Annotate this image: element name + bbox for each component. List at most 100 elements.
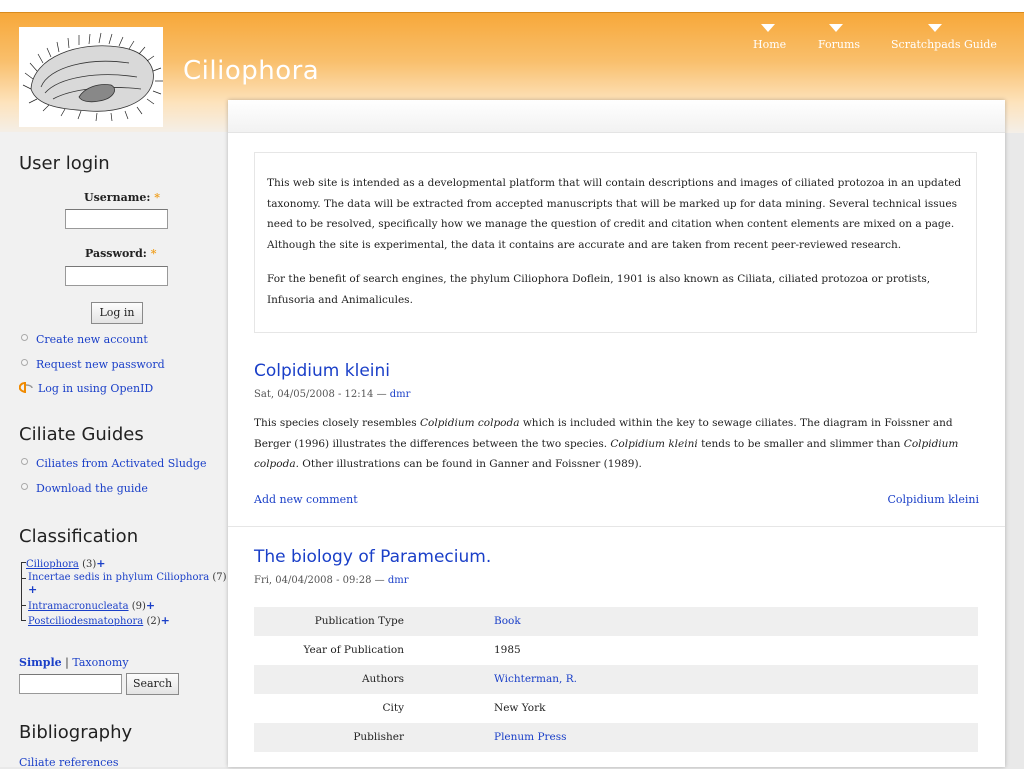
username-input[interactable] <box>65 209 168 229</box>
expand-plus-icon[interactable]: + <box>161 614 170 627</box>
author-name-link[interactable]: Wichterman, R. <box>494 673 577 685</box>
nav-scratchpads-guide[interactable]: Scratchpads Guide <box>891 38 997 51</box>
search-mode-tabs: Simple | Taxonomy <box>19 656 129 669</box>
bullet-icon <box>21 334 28 341</box>
bibliography-table: Publication Type Book Year of Publicatio… <box>254 607 978 752</box>
field-label: Publication Type <box>314 615 404 627</box>
tree-item-intramacronucleata: Intramacronucleata (9)+ <box>28 599 155 612</box>
tree-count: (7) <box>212 572 227 583</box>
tree-link[interactable]: Ciliophora <box>26 559 79 570</box>
bullet-icon <box>21 483 28 490</box>
create-account-link[interactable]: Create new account <box>36 333 148 346</box>
publisher-link[interactable]: Plenum Press <box>494 731 567 743</box>
field-value: 1985 <box>494 644 521 656</box>
classification-search-input[interactable] <box>19 674 122 694</box>
intro-paragraph-1: This web site is intended as a developme… <box>267 177 962 251</box>
top-strip <box>0 0 1024 12</box>
ciliate-references-link[interactable]: Ciliate references <box>19 756 118 769</box>
intro-paragraph-2: For the benefit of search engines, the p… <box>267 273 931 306</box>
expand-plus-icon[interactable]: + <box>28 583 37 596</box>
field-label: Authors <box>361 673 404 685</box>
guide-activated-sludge-link[interactable]: Ciliates from Activated Sludge <box>36 457 207 470</box>
node-body: This species closely resembles Colpidium… <box>254 413 976 475</box>
meta-dash: — <box>374 575 385 586</box>
body-text: This species closely resembles <box>254 417 420 429</box>
tree-connector <box>21 605 26 606</box>
bullet-icon <box>21 458 28 465</box>
login-button[interactable]: Log in <box>91 302 143 324</box>
table-row: Year of Publication 1985 <box>254 636 978 665</box>
classification-title: Classification <box>19 526 139 547</box>
left-sidebar: User login Username: * Password: * Log i… <box>0 132 228 769</box>
user-login-title: User login <box>19 153 110 174</box>
required-marker: * <box>150 247 157 260</box>
nav-pointer-icon <box>761 24 775 32</box>
add-comment-link[interactable]: Add new comment <box>254 493 358 506</box>
node-title-biology-of-paramecium[interactable]: The biology of Paramecium. <box>254 547 491 567</box>
table-row: Publication Type Book <box>254 607 978 636</box>
node-separator <box>228 526 1005 527</box>
table-row: Authors Wichterman, R. <box>254 665 978 694</box>
openid-login-link[interactable]: Log in using OpenID <box>38 382 153 395</box>
expand-plus-icon[interactable]: + <box>146 599 155 612</box>
download-guide-link[interactable]: Download the guide <box>36 482 148 495</box>
ciliate-guides-title: Ciliate Guides <box>19 424 144 445</box>
species-name: Colpidium kleini <box>610 437 698 450</box>
required-marker: * <box>154 191 161 204</box>
nav-forums[interactable]: Forums <box>818 38 860 51</box>
field-value: New York <box>494 702 546 714</box>
author-link[interactable]: dmr <box>388 575 409 586</box>
search-mode-divider: | <box>65 656 69 669</box>
table-row: Publisher Plenum Press <box>254 723 978 752</box>
taxonomy-tag-link[interactable]: Colpidium kleini <box>887 493 979 506</box>
site-logo[interactable] <box>19 27 163 127</box>
species-name: Colpidium colpoda <box>419 417 520 429</box>
node-date: Sat, 04/05/2008 - 12:14 <box>254 389 374 400</box>
ciliate-illustration <box>22 32 163 122</box>
tree-item-incertae-sedis: Incertae sedis in phylum Ciliophora (7) <box>28 572 227 583</box>
author-link[interactable]: dmr <box>390 389 411 400</box>
node-meta: Fri, 04/04/2008 - 09:28 — dmr <box>254 575 409 586</box>
bullet-icon <box>21 359 28 366</box>
username-label: Username: * <box>84 191 160 204</box>
node-meta: Sat, 04/05/2008 - 12:14 — dmr <box>254 389 410 400</box>
bibliography-title: Bibliography <box>19 722 133 743</box>
tree-count: (2) <box>146 616 161 627</box>
tree-connector <box>21 620 26 621</box>
nav-pointer-icon <box>829 24 843 32</box>
node-title-colpidium-kleini[interactable]: Colpidium kleini <box>254 361 390 381</box>
table-row: City New York <box>254 694 978 723</box>
search-button[interactable]: Search <box>126 673 179 695</box>
tree-link[interactable]: Incertae sedis in phylum Ciliophora <box>28 572 209 583</box>
content-top-bar <box>228 100 1005 133</box>
request-password-link[interactable]: Request new password <box>36 358 165 371</box>
node-date: Fri, 04/04/2008 - 09:28 <box>254 575 372 586</box>
publication-type-link[interactable]: Book <box>494 615 521 627</box>
body-text: tends to be smaller and slimmer than <box>697 437 904 450</box>
nav-home[interactable]: Home <box>753 38 786 51</box>
field-label: City <box>382 702 404 714</box>
tree-link[interactable]: Postciliodesmatophora <box>28 616 143 627</box>
tree-count: (9) <box>131 601 146 612</box>
tree-link[interactable]: Intramacronucleata <box>28 601 129 612</box>
site-name[interactable]: Ciliophora <box>183 56 319 86</box>
password-input[interactable] <box>65 266 168 286</box>
expand-plus-icon[interactable]: + <box>96 557 105 570</box>
main-content: This web site is intended as a developme… <box>228 100 1005 767</box>
body-text: . Other illustrations can be found in Ga… <box>295 458 642 470</box>
nav-pointer-icon <box>928 24 942 32</box>
password-label: Password: * <box>85 247 156 260</box>
meta-dash: — <box>376 389 387 400</box>
search-mode-simple[interactable]: Simple <box>19 656 62 669</box>
tree-connector <box>21 562 22 620</box>
search-mode-taxonomy[interactable]: Taxonomy <box>72 656 128 669</box>
username-label-text: Username: <box>84 191 151 204</box>
password-label-text: Password: <box>85 247 147 260</box>
openid-icon <box>19 382 33 393</box>
field-label: Publisher <box>353 731 404 743</box>
tree-count: (3) <box>82 559 97 570</box>
field-label: Year of Publication <box>303 644 404 656</box>
tree-item-ciliophora: Ciliophora (3)+ <box>26 557 105 570</box>
intro-box: This web site is intended as a developme… <box>254 152 977 333</box>
tree-connector <box>21 578 26 579</box>
